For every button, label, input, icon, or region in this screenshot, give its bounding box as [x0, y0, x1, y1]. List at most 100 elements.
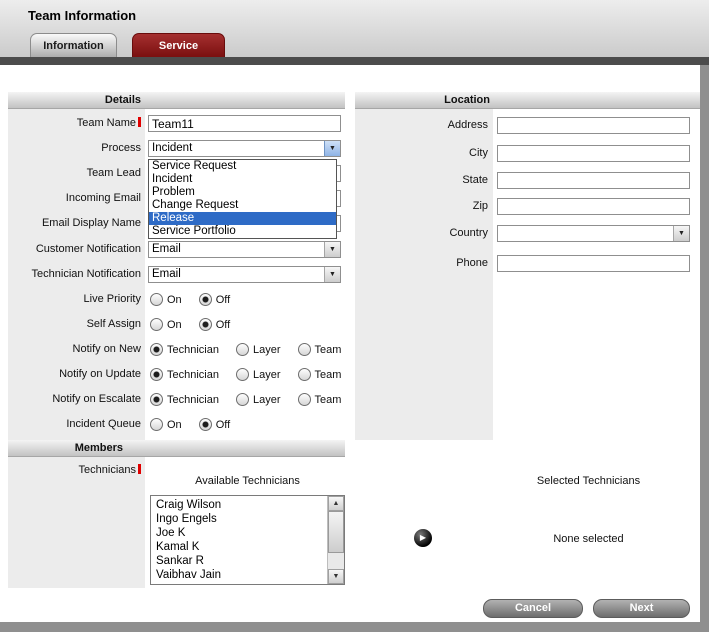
- city-label: City: [469, 147, 488, 159]
- incident-queue-off-radio[interactable]: [198, 418, 212, 431]
- notify-on-update-technician-label: Technician: [167, 368, 219, 381]
- details-section-header: Details: [8, 92, 345, 109]
- state-input[interactable]: [497, 172, 690, 189]
- location-section-header: Location: [355, 92, 700, 109]
- required-marker-icon: [138, 464, 141, 474]
- technician-list-item[interactable]: Ingo Engels: [151, 512, 327, 526]
- notify-on-update-technician-radio[interactable]: [150, 368, 163, 381]
- country-label: Country: [449, 227, 488, 239]
- location-section-title: Location: [444, 94, 490, 106]
- process-options-list: Service Request Incident Problem Change …: [148, 159, 337, 239]
- customer-notification-select[interactable]: Email ▼: [148, 241, 341, 258]
- notify-on-new-layer-label: Layer: [252, 343, 281, 356]
- email-display-name-label: Email Display Name: [41, 217, 141, 229]
- technician-list-item[interactable]: Craig Wilson: [151, 498, 327, 512]
- process-option-highlighted[interactable]: Release: [149, 212, 336, 225]
- team-name-input[interactable]: [148, 115, 341, 132]
- tab-service[interactable]: Service: [132, 33, 225, 57]
- notify-on-escalate-layer-label: Layer: [252, 393, 281, 406]
- move-right-icon[interactable]: ▶: [414, 529, 432, 547]
- self-assign-off-radio[interactable]: [198, 318, 212, 331]
- process-option[interactable]: Service Portfolio: [149, 225, 336, 238]
- cancel-button[interactable]: Cancel: [483, 599, 583, 618]
- notify-on-new-label: Notify on New: [72, 343, 141, 355]
- notify-on-escalate-technician-radio[interactable]: [150, 393, 163, 406]
- customer-notification-value: Email: [152, 243, 181, 255]
- process-option[interactable]: Service Request: [149, 160, 336, 173]
- live-priority-on-radio[interactable]: [150, 293, 163, 306]
- phone-input[interactable]: [497, 255, 690, 272]
- header-band: Team Information Information Service: [0, 0, 709, 57]
- self-assign-on-label: On: [167, 318, 182, 331]
- none-selected-text: None selected: [553, 533, 624, 545]
- available-technicians-items: Craig Wilson Ingo Engels Joe K Kamal K S…: [151, 498, 327, 584]
- tab-information[interactable]: Information: [30, 33, 117, 57]
- technician-list-item[interactable]: Joe K: [151, 526, 327, 540]
- process-option[interactable]: Change Request: [149, 199, 336, 212]
- notify-on-new-team-label: Team: [314, 343, 342, 356]
- live-priority-on-label: On: [167, 293, 182, 306]
- notify-on-escalate-layer-radio[interactable]: [235, 393, 249, 406]
- self-assign-on-radio[interactable]: [150, 318, 163, 331]
- scroll-down-icon[interactable]: ▼: [328, 569, 344, 584]
- technician-notification-label: Technician Notification: [31, 268, 141, 280]
- technician-list-item[interactable]: Kamal K: [151, 540, 327, 554]
- notify-on-escalate-team-radio[interactable]: [297, 393, 311, 406]
- country-select[interactable]: ▼: [497, 225, 690, 242]
- process-option[interactable]: Problem: [149, 186, 336, 199]
- available-technicians-listbox[interactable]: Craig Wilson Ingo Engels Joe K Kamal K S…: [150, 495, 345, 585]
- notify-on-new-technician-radio[interactable]: [150, 343, 163, 356]
- page-title: Team Information: [28, 8, 137, 23]
- incident-queue-on-radio[interactable]: [150, 418, 163, 431]
- technician-list-item[interactable]: Sankar R: [151, 554, 327, 568]
- incoming-email-label: Incoming Email: [65, 192, 141, 204]
- notify-on-update-layer-radio[interactable]: [235, 368, 249, 381]
- notify-on-new-technician-label: Technician: [167, 343, 219, 356]
- scrollbar-thumb[interactable]: [328, 511, 344, 553]
- country-dropdown-arrow-icon[interactable]: ▼: [673, 226, 689, 241]
- process-label: Process: [101, 142, 141, 154]
- process-option[interactable]: Incident: [149, 173, 336, 186]
- notify-on-update-label: Notify on Update: [59, 368, 141, 380]
- notify-on-new-radio-group: Technician Layer Team: [150, 341, 341, 358]
- next-button[interactable]: Next: [593, 599, 690, 618]
- notify-on-update-team-radio[interactable]: [297, 368, 311, 381]
- live-priority-label: Live Priority: [83, 293, 141, 305]
- city-input[interactable]: [497, 145, 690, 162]
- notify-on-new-layer-radio[interactable]: [235, 343, 249, 356]
- process-select[interactable]: Incident ▼: [148, 140, 341, 157]
- technician-list-item[interactable]: Vaibhav Jain: [151, 568, 327, 582]
- self-assign-off-label: Off: [215, 318, 231, 331]
- live-priority-radio-group: On Off: [150, 291, 230, 308]
- process-select-value: Incident: [152, 142, 193, 154]
- notify-on-new-team-radio[interactable]: [297, 343, 311, 356]
- live-priority-off-radio[interactable]: [198, 293, 212, 306]
- tab-service-label: Service: [158, 39, 199, 52]
- incident-queue-on-label: On: [167, 418, 182, 431]
- members-section-header: Members: [8, 440, 345, 457]
- tab-divider-bar: [0, 57, 709, 65]
- self-assign-radio-group: On Off: [150, 316, 230, 333]
- zip-label: Zip: [472, 200, 488, 212]
- incident-queue-label: Incident Queue: [66, 418, 141, 430]
- notify-on-escalate-technician-label: Technician: [167, 393, 219, 406]
- technician-notification-select[interactable]: Email ▼: [148, 266, 341, 283]
- details-section-title: Details: [104, 94, 141, 106]
- address-input[interactable]: [497, 117, 690, 134]
- scroll-up-icon[interactable]: ▲: [328, 496, 344, 511]
- required-marker-icon: [138, 117, 141, 127]
- incident-queue-radio-group: On Off: [150, 416, 230, 433]
- listbox-scrollbar[interactable]: ▲ ▼: [327, 496, 344, 584]
- self-assign-label: Self Assign: [86, 318, 141, 330]
- process-dropdown-arrow-icon[interactable]: ▼: [324, 141, 340, 156]
- zip-input[interactable]: [497, 198, 690, 215]
- country-select-value: [501, 226, 672, 241]
- form-content: Details Location Team Name Process Incid…: [0, 65, 700, 622]
- notify-on-update-radio-group: Technician Layer Team: [150, 366, 341, 383]
- technician-notification-dropdown-arrow-icon[interactable]: ▼: [324, 267, 340, 282]
- customer-notification-dropdown-arrow-icon[interactable]: ▼: [324, 242, 340, 257]
- address-label: Address: [447, 119, 488, 131]
- phone-label: Phone: [456, 257, 488, 269]
- incident-queue-off-label: Off: [215, 418, 231, 431]
- notify-on-escalate-label: Notify on Escalate: [52, 393, 141, 405]
